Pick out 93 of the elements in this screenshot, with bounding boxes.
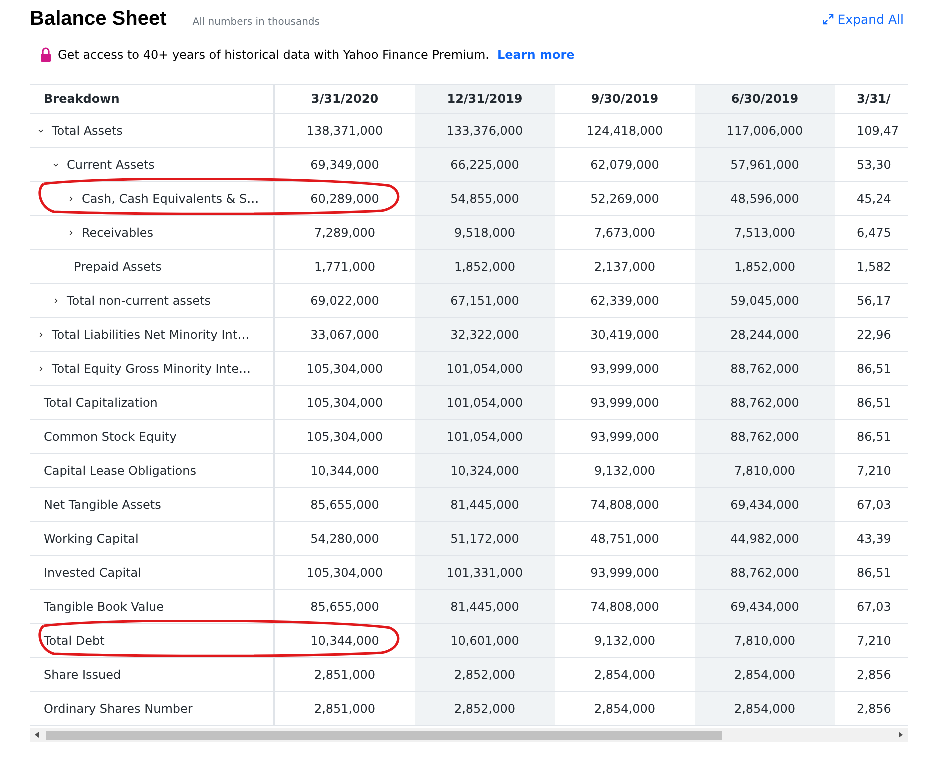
chevron-down-icon[interactable]	[51, 162, 61, 168]
table-cell: 1,852,000	[695, 250, 835, 284]
table-cell: 22,96	[835, 318, 908, 352]
table-cell: 88,762,000	[695, 386, 835, 420]
table-cell: 1,852,000	[415, 250, 555, 284]
promo-text: Get access to 40+ years of historical data with Yahoo Finance Premium.	[58, 48, 490, 62]
table-cell: 45,24	[835, 182, 908, 216]
table-cell: 2,852,000	[415, 658, 555, 692]
table-cell: 6,475	[835, 216, 908, 250]
row-label: Tangible Book Value	[44, 600, 164, 614]
row-label: Common Stock Equity	[44, 430, 177, 444]
table-cell: 67,03	[835, 590, 908, 624]
table-cell: 88,762,000	[695, 420, 835, 454]
row-label: Total non-current assets	[67, 294, 212, 308]
table-cell: 86,51	[835, 420, 908, 454]
table-cell: 81,445,000	[415, 488, 555, 522]
chevron-right-icon[interactable]	[68, 194, 74, 204]
table-cell: 67,03	[835, 488, 908, 522]
scroll-left-icon[interactable]	[35, 732, 39, 738]
table-cell: 2,856	[835, 658, 908, 692]
table-cell: 109,47	[835, 114, 908, 148]
scroll-right-icon[interactable]	[899, 732, 903, 738]
chevron-right-icon[interactable]	[53, 296, 59, 306]
column-header: 6/30/2019	[695, 85, 835, 114]
column-header: 12/31/2019	[415, 85, 555, 114]
horizontal-scrollbar[interactable]	[30, 728, 908, 742]
expand-all-link[interactable]: Expand All	[822, 12, 904, 27]
table-cell: 86,51	[835, 556, 908, 590]
table-cell: 101,054,000	[415, 386, 555, 420]
table-cell: 2,854,000	[695, 692, 835, 726]
table-cell: 10,324,000	[415, 454, 555, 488]
chevron-right-icon[interactable]	[38, 364, 44, 374]
chevron-right-icon[interactable]	[38, 330, 44, 340]
row-label: Total Debt	[44, 634, 105, 648]
table-cell: 32,322,000	[415, 318, 555, 352]
table-cell: 2,854,000	[695, 658, 835, 692]
table-cell: 7,513,000	[695, 216, 835, 250]
table-cell: 9,518,000	[415, 216, 555, 250]
table-cell: 69,434,000	[695, 488, 835, 522]
table-cell: 7,810,000	[695, 454, 835, 488]
page-title: Balance Sheet	[30, 8, 167, 31]
table-cell: 117,006,000	[695, 114, 835, 148]
column-header: Breakdown	[30, 85, 275, 114]
table-cell: 69,434,000	[695, 590, 835, 624]
table-cell: 67,151,000	[415, 284, 555, 318]
table-cell: 2,852,000	[415, 692, 555, 726]
row-label: Total Capitalization	[44, 396, 158, 410]
table-cell: 7,210	[835, 624, 908, 658]
table-cell: 48,596,000	[695, 182, 835, 216]
chevron-down-icon[interactable]	[36, 128, 46, 134]
row-label: Total Liabilities Net Minority Int…	[52, 328, 250, 342]
units-note: All numbers in thousands	[192, 17, 320, 28]
table-cell: 2,856	[835, 692, 908, 726]
table-cell: 133,376,000	[415, 114, 555, 148]
row-label: Total Assets	[52, 124, 123, 138]
table-cell: 28,244,000	[695, 318, 835, 352]
row-label: Share Issued	[44, 668, 122, 682]
table-cell: 86,51	[835, 352, 908, 386]
row-label: Prepaid Assets	[74, 260, 162, 274]
table-cell: 10,601,000	[415, 624, 555, 658]
column-header: 3/31/	[835, 85, 908, 114]
table-cell: 59,045,000	[695, 284, 835, 318]
table-cell: 101,054,000	[415, 420, 555, 454]
table-cell: 101,054,000	[415, 352, 555, 386]
row-label: Capital Lease Obligations	[44, 464, 196, 478]
row-label: Working Capital	[44, 532, 139, 546]
table-cell: 81,445,000	[415, 590, 555, 624]
table-cell: 101,331,000	[415, 556, 555, 590]
chevron-right-icon[interactable]	[68, 228, 74, 238]
table-cell: 7,210	[835, 454, 908, 488]
row-label: Current Assets	[67, 158, 155, 172]
row-label: Total Equity Gross Minority Inte…	[52, 362, 251, 376]
row-label: Invested Capital	[44, 566, 142, 580]
table-cell: 88,762,000	[695, 352, 835, 386]
learn-more-link[interactable]: Learn more	[497, 48, 575, 62]
table-cell: 43,39	[835, 522, 908, 556]
row-label: Receivables	[82, 226, 154, 240]
row-label: Cash, Cash Equivalents & S…	[82, 192, 260, 206]
table-cell: 88,762,000	[695, 556, 835, 590]
table-cell: 56,17	[835, 284, 908, 318]
table-cell: 66,225,000	[415, 148, 555, 182]
row-label: Ordinary Shares Number	[44, 702, 193, 716]
expand-arrows-icon[interactable]	[822, 14, 834, 25]
table-cell: 57,961,000	[695, 148, 835, 182]
lock-icon	[40, 47, 52, 62]
row-label: Net Tangible Assets	[44, 498, 162, 512]
table-cell: 1,582	[835, 250, 908, 284]
table-cell: 53,30	[835, 148, 908, 182]
table-cell: 7,810,000	[695, 624, 835, 658]
table-cell: 54,855,000	[415, 182, 555, 216]
table-cell: 86,51	[835, 386, 908, 420]
table-cell: 51,172,000	[415, 522, 555, 556]
table-cell: 44,982,000	[695, 522, 835, 556]
